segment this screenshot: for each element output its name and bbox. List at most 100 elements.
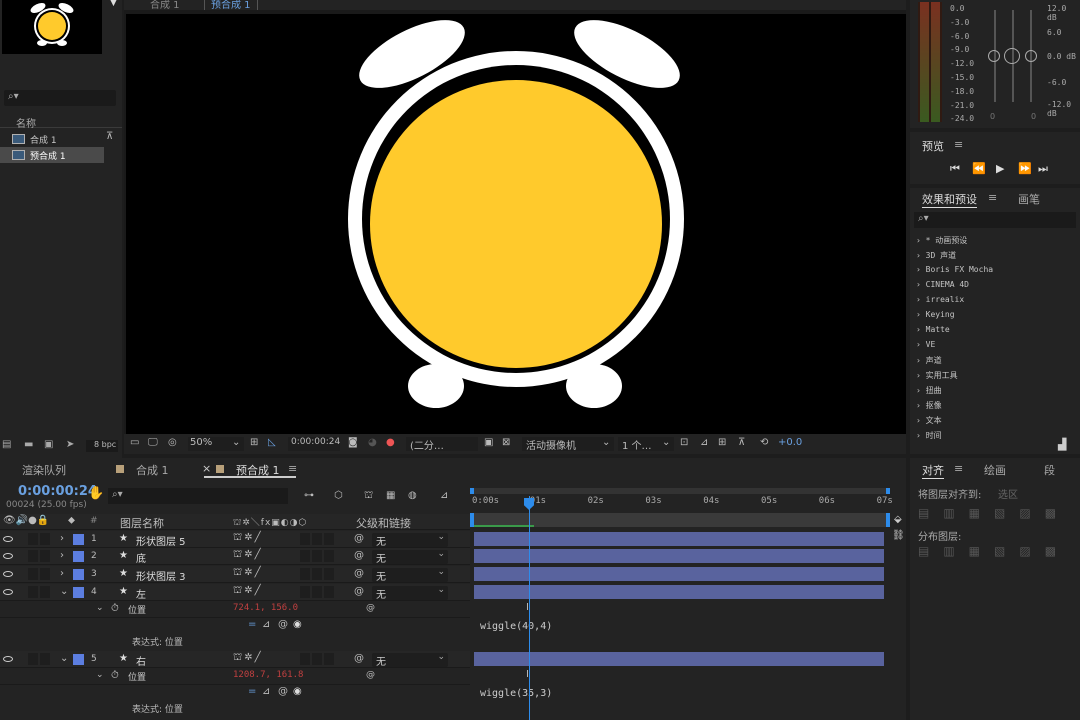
layer-switches[interactable]: ⛫✲╱ bbox=[233, 549, 263, 562]
layer-switches[interactable]: ⛫✲╱ bbox=[233, 567, 263, 580]
mask-icon[interactable]: ◎ bbox=[168, 437, 177, 448]
expression-graph-icon[interactable]: ⊿ bbox=[262, 619, 270, 630]
frame-blending-icon[interactable]: ▦ bbox=[386, 490, 395, 501]
project-search-input[interactable]: ⌕▾ bbox=[4, 90, 116, 106]
layer-row[interactable]: › 3 ★ 形状图层 3 ⛫✲╱ @ 无 ⌄ bbox=[0, 566, 470, 583]
playhead-line[interactable] bbox=[529, 496, 530, 720]
pickwhip-icon[interactable]: @ bbox=[354, 533, 364, 544]
parent-select[interactable]: 无 ⌄ bbox=[372, 549, 448, 565]
layer-name[interactable]: 形状图层 5 bbox=[136, 533, 186, 548]
effects-category-item[interactable]: › VE bbox=[916, 340, 935, 349]
expression-pickwhip-icon[interactable]: @ bbox=[278, 686, 288, 697]
layer-duration-bar[interactable] bbox=[474, 652, 884, 666]
timeline-search-input[interactable]: ⌕▾ bbox=[108, 488, 288, 504]
timeline-icon[interactable]: ⊞ bbox=[718, 437, 726, 448]
effects-category-item[interactable]: › 实用工具 bbox=[916, 370, 958, 381]
new-composition-icon[interactable]: ▣ bbox=[44, 439, 53, 450]
layer-switch-boxes[interactable] bbox=[300, 586, 336, 601]
expression-pickwhip-icon[interactable]: @ bbox=[366, 603, 375, 613]
pickwhip-icon[interactable]: @ bbox=[354, 586, 364, 597]
tab-brushes[interactable]: 画笔 bbox=[1018, 191, 1040, 207]
composition-canvas[interactable] bbox=[126, 14, 906, 434]
chevron-down-icon[interactable]: ⌄ bbox=[96, 670, 104, 680]
tab-align[interactable]: 对齐 bbox=[922, 462, 944, 479]
align-to-select[interactable]: 选区 bbox=[998, 486, 1018, 501]
views-select[interactable]: 1 个… ⌄ bbox=[618, 437, 674, 452]
expression-row[interactable]: = ⊿ @ ◉ 表达式: 位置 bbox=[0, 686, 470, 718]
lock-box[interactable] bbox=[40, 568, 50, 580]
position-property-row[interactable]: ⌄ ⏱ 位置 724.1, 156.0 @ bbox=[0, 601, 470, 618]
eye-icon[interactable] bbox=[3, 571, 13, 577]
last-frame-icon[interactable]: ⏭ bbox=[1038, 162, 1048, 176]
expression-language-icon[interactable]: ◉ bbox=[293, 686, 302, 697]
expression-graph-icon[interactable]: ⊿ bbox=[262, 686, 270, 697]
expression-pickwhip-icon[interactable]: @ bbox=[278, 619, 288, 630]
layer-name[interactable]: 形状图层 3 bbox=[136, 568, 186, 583]
tab-paint[interactable]: 绘画 bbox=[984, 462, 1006, 478]
solo-box[interactable] bbox=[28, 586, 38, 598]
left-channel-slider[interactable] bbox=[988, 50, 1000, 62]
exposure-reset-icon[interactable]: ⟲ bbox=[760, 437, 768, 448]
effects-category-item[interactable]: › 3D 声道 bbox=[916, 250, 956, 261]
position-value[interactable]: 724.1, 156.0 bbox=[233, 603, 298, 613]
resolution-select[interactable]: (二分… bbox=[406, 437, 478, 452]
pickwhip-icon[interactable]: @ bbox=[354, 653, 364, 664]
layer-row[interactable]: ⌄ 5 ★ 右 ⛫✲╱ @ 无 ⌄ bbox=[0, 651, 470, 668]
comp-button-icon[interactable]: ⛓ bbox=[892, 530, 905, 541]
layer-duration-bar[interactable] bbox=[474, 585, 884, 599]
toggle-pixel-icon[interactable]: ⊡ bbox=[680, 437, 688, 448]
layer-row[interactable]: ⌄ 4 ★ 左 ⛫✲╱ @ 无 ⌄ bbox=[0, 584, 470, 601]
parent-select[interactable]: 无 ⌄ bbox=[372, 567, 448, 583]
motion-blur-icon[interactable]: ◍ bbox=[408, 490, 417, 501]
layer-color-swatch[interactable] bbox=[73, 587, 84, 598]
layer-switches[interactable]: ⛫✲╱ bbox=[233, 585, 263, 598]
snapshot-icon[interactable]: ◙ bbox=[348, 437, 358, 448]
align-buttons-row[interactable]: ▤▥▦▧▨▩ bbox=[918, 506, 1070, 520]
layer-row[interactable]: › 2 ★ 底 ⛫✲╱ @ 无 ⌄ bbox=[0, 548, 470, 565]
project-item[interactable]: 合成 1 ⊼ bbox=[0, 131, 122, 147]
expression-language-icon[interactable]: ◉ bbox=[293, 619, 302, 630]
monitor-icon[interactable]: 🖵 bbox=[148, 437, 158, 448]
eye-icon[interactable] bbox=[3, 536, 13, 542]
layer-name[interactable]: 右 bbox=[136, 653, 146, 668]
zoom-select[interactable]: 50% ⌄ bbox=[188, 437, 244, 451]
chevron-down-icon[interactable]: ⌄ bbox=[96, 603, 104, 613]
solo-box[interactable] bbox=[28, 533, 38, 545]
new-folder-icon[interactable]: ▟ bbox=[1058, 438, 1066, 451]
layer-color-swatch[interactable] bbox=[73, 534, 84, 545]
lock-box[interactable] bbox=[40, 550, 50, 562]
layer-duration-bar[interactable] bbox=[474, 567, 884, 581]
expression-enable-icon[interactable]: = bbox=[248, 619, 256, 630]
eye-icon[interactable] bbox=[3, 656, 13, 662]
parent-select[interactable]: 无 ⌄ bbox=[372, 532, 448, 548]
stopwatch-icon[interactable]: ⏱ bbox=[111, 670, 119, 681]
effects-category-item[interactable]: › Keying bbox=[916, 310, 955, 319]
flowchart-icon[interactable]: ⊼ bbox=[738, 437, 745, 448]
chevron-right-icon[interactable]: › bbox=[60, 550, 64, 561]
solo-box[interactable] bbox=[28, 550, 38, 562]
exposure-value[interactable]: +0.0 bbox=[778, 437, 802, 448]
master-slider[interactable] bbox=[1004, 48, 1020, 64]
pickwhip-icon[interactable]: @ bbox=[354, 550, 364, 561]
play-icon[interactable]: ▶ bbox=[996, 162, 1004, 175]
new-folder-icon[interactable]: ▬ bbox=[24, 439, 33, 450]
comp-mini-flowchart-icon[interactable]: ⊶ bbox=[304, 490, 314, 501]
effects-category-item[interactable]: › irrealix bbox=[916, 295, 964, 304]
lock-box[interactable] bbox=[40, 653, 50, 665]
tab-comp1[interactable]: 合成 1 bbox=[136, 462, 169, 478]
first-frame-icon[interactable]: ⏮ bbox=[950, 162, 960, 176]
bpc-button[interactable]: 8 bpc bbox=[86, 440, 118, 452]
chevron-down-icon[interactable]: ⌄ bbox=[60, 586, 68, 597]
layer-name-header[interactable]: 图层名称 bbox=[120, 515, 164, 531]
graph-editor-icon[interactable]: ⊿ bbox=[440, 490, 448, 501]
show-snapshot-icon[interactable]: ◕ bbox=[368, 437, 377, 448]
region-icon[interactable]: ◺ bbox=[268, 437, 276, 448]
time-navigator[interactable] bbox=[470, 513, 890, 527]
thumbnail-menu-icon[interactable]: ▼ bbox=[110, 0, 117, 8]
effects-category-item[interactable]: › CINEMA 4D bbox=[916, 280, 969, 289]
layer-color-swatch[interactable] bbox=[73, 551, 84, 562]
close-icon[interactable]: × bbox=[202, 462, 211, 475]
effects-category-item[interactable]: › 扭曲 bbox=[916, 385, 942, 396]
next-frame-icon[interactable]: ⏩ bbox=[1018, 162, 1032, 175]
channel-icon[interactable]: ● bbox=[386, 437, 395, 448]
